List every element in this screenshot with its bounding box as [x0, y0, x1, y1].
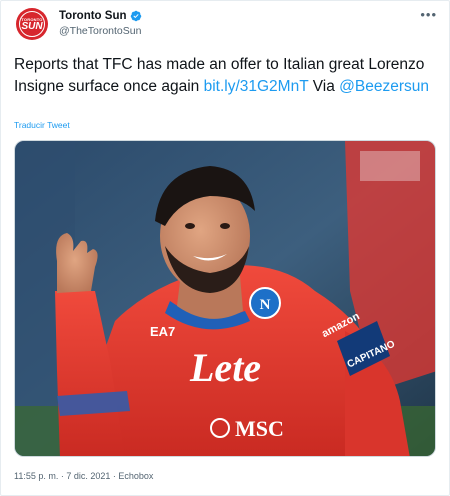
- avatar-logo: TORONTO SUN: [19, 11, 45, 37]
- avatar-logo-text: SUN: [21, 20, 43, 32]
- more-options-icon[interactable]: •••: [420, 8, 437, 21]
- tweet-card: TORONTO SUN Toronto Sun @TheTorontoSun •…: [0, 0, 450, 496]
- jersey-brand-text: EA7: [150, 324, 175, 339]
- tweet-link[interactable]: bit.ly/31G2MnT: [204, 78, 309, 95]
- verified-badge-icon: [130, 10, 141, 22]
- tweet-date[interactable]: 7 dic. 2021: [66, 471, 110, 481]
- club-badge-letter: N: [260, 297, 271, 313]
- player-photo: CAPITANO N EA7 Lete MSC amazon: [15, 141, 435, 456]
- tweet-photo[interactable]: CAPITANO N EA7 Lete MSC amazon: [14, 140, 436, 457]
- tweet-header: TORONTO SUN Toronto Sun @TheTorontoSun •…: [14, 6, 439, 40]
- tweet-source: Echobox: [118, 471, 154, 481]
- author-display-name[interactable]: Toronto Sun: [59, 9, 127, 23]
- tweet-meta: 11:55 p. m. · 7 dic. 2021 · Echobox: [14, 471, 153, 481]
- author-handle[interactable]: @TheTorontoSun: [59, 24, 142, 38]
- tweet-time[interactable]: 11:55 p. m.: [14, 471, 58, 481]
- translate-tweet-link[interactable]: Traducir Tweet: [14, 120, 70, 130]
- jersey-sponsor-text: Lete: [189, 345, 261, 390]
- tweet-text-via: Via: [308, 78, 340, 95]
- jersey-sponsor2-text: MSC: [235, 416, 284, 441]
- author-display-name-row[interactable]: Toronto Sun: [59, 9, 142, 23]
- avatar[interactable]: TORONTO SUN: [16, 8, 48, 40]
- author-names: Toronto Sun @TheTorontoSun: [59, 9, 142, 38]
- tweet-mention[interactable]: @Beezersun: [339, 78, 429, 95]
- tweet-text: Reports that TFC has made an offer to It…: [14, 54, 434, 98]
